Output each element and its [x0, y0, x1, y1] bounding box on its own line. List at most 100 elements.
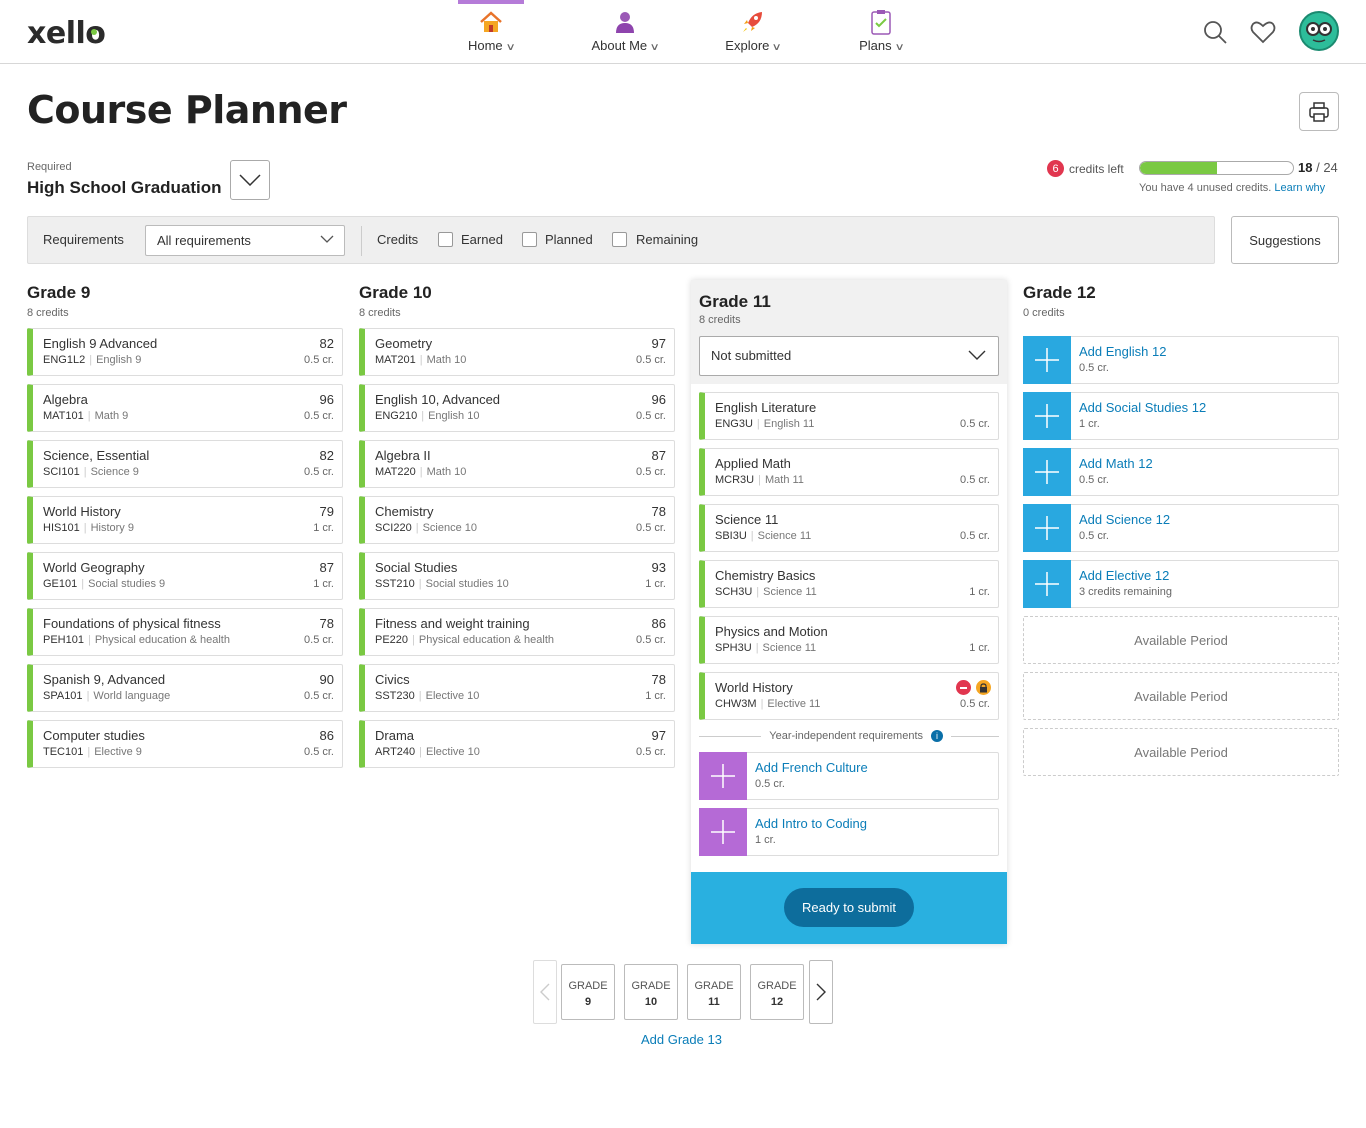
course-card[interactable]: World History HIS101 | History 9 79 1 cr. — [27, 496, 343, 544]
print-button[interactable] — [1299, 92, 1339, 131]
course-card[interactable]: Fitness and weight training PE220 | Physica… — [359, 608, 675, 656]
available-period-slot[interactable]: Available Period — [1023, 672, 1339, 720]
available-period-slot[interactable]: Available Period — [1023, 728, 1339, 776]
pager-grade-number: 9 — [584, 996, 592, 1008]
course-card[interactable]: Physics and Motion SPH3U | Science 11 1 cr. — [699, 616, 999, 664]
divider — [361, 226, 362, 256]
add-course-credits: 0.5 cr. — [755, 778, 785, 790]
nav-plans[interactable]: Plans ∨ — [855, 0, 907, 63]
requirement-dropdown-button[interactable] — [230, 160, 270, 200]
course-name: Chemistry — [375, 504, 434, 519]
learn-why-link[interactable]: Learn why — [1274, 182, 1325, 194]
nav-explore[interactable]: Explore ∨ — [720, 0, 786, 63]
course-credits: 0.5 cr. — [304, 410, 334, 422]
planned-checkbox[interactable] — [522, 232, 537, 247]
add-course-card[interactable]: Add English 12 0.5 cr. — [1023, 336, 1339, 384]
course-card[interactable]: Chemistry SCI220 | Science 10 78 0.5 cr. — [359, 496, 675, 544]
add-course-credits: 0.5 cr. — [1079, 474, 1109, 486]
add-course-name: Add Math 12 — [1079, 456, 1153, 471]
plus-icon[interactable] — [699, 808, 747, 856]
ready-to-submit-button[interactable]: Ready to submit — [784, 888, 914, 927]
rocket-icon — [739, 8, 767, 36]
add-course-card[interactable]: Add French Culture 0.5 cr. — [699, 752, 999, 800]
add-course-card[interactable]: Add Elective 12 3 credits remaining — [1023, 560, 1339, 608]
course-card[interactable]: Civics SST230 | Elective 10 78 1 cr. — [359, 664, 675, 712]
course-card[interactable]: English 10, Advanced ENG210 | English 10 96 0… — [359, 384, 675, 432]
course-card[interactable]: Social Studies SST210 | Social studies 10 93… — [359, 552, 675, 600]
submission-status-value: Not submitted — [711, 348, 792, 363]
course-credits: 0.5 cr. — [636, 410, 666, 422]
course-card[interactable]: World Geography GE101 | Social studies 9 87 1… — [27, 552, 343, 600]
add-course-card[interactable]: Add Intro to Coding 1 cr. — [699, 808, 999, 856]
course-credits: 0.5 cr. — [960, 418, 990, 430]
course-card[interactable]: Drama ART240 | Elective 10 97 0.5 cr. — [359, 720, 675, 768]
requirements-select[interactable]: All requirements — [145, 225, 345, 256]
plus-icon[interactable] — [1023, 336, 1071, 384]
add-course-card[interactable]: Add Science 12 0.5 cr. — [1023, 504, 1339, 552]
course-grade: 79 — [319, 504, 334, 519]
planned-label[interactable]: Planned — [545, 232, 593, 247]
course-card[interactable]: Spanish 9, Advanced SPA101 | World language… — [27, 664, 343, 712]
plus-icon[interactable] — [1023, 560, 1071, 608]
course-card[interactable]: Algebra II MAT220 | Math 10 87 0.5 cr. — [359, 440, 675, 488]
heart-icon[interactable] — [1249, 18, 1277, 46]
suggestions-button[interactable]: Suggestions — [1231, 216, 1339, 264]
grade-pager-button[interactable]: GRADE 10 — [624, 964, 678, 1020]
requirement-label: Required — [27, 161, 72, 173]
course-code-line: MCR3U | Math 11 — [715, 474, 804, 486]
earned-label[interactable]: Earned — [461, 232, 503, 247]
search-icon[interactable] — [1201, 18, 1229, 46]
earned-checkbox[interactable] — [438, 232, 453, 247]
course-credits: 0.5 cr. — [636, 354, 666, 366]
plus-icon[interactable] — [1023, 448, 1071, 496]
course-card[interactable]: Foundations of physical fitness PEH101 | Ph… — [27, 608, 343, 656]
chevron-down-icon: ∨ — [649, 42, 660, 53]
course-credits: 0.5 cr. — [304, 746, 334, 758]
add-course-name: Add English 12 — [1079, 344, 1167, 359]
submission-status-select[interactable]: Not submitted — [699, 336, 999, 376]
avatar[interactable] — [1299, 11, 1339, 51]
plus-icon[interactable] — [1023, 504, 1071, 552]
add-course-credits: 1 cr. — [755, 834, 776, 846]
course-card[interactable]: Geometry MAT201 | Math 10 97 0.5 cr. — [359, 328, 675, 376]
course-code-line: ENG210 | English 10 — [375, 410, 480, 422]
grade-11-header: Grade 11 8 credits Not submitted — [691, 280, 1007, 384]
course-card[interactable]: Science 11 SBI3U | Science 11 0.5 cr. — [699, 504, 999, 552]
grade-pager-button[interactable]: GRADE 11 — [687, 964, 741, 1020]
add-course-card[interactable]: Add Social Studies 12 1 cr. — [1023, 392, 1339, 440]
nav-home[interactable]: Home ∨ — [458, 0, 524, 63]
plus-icon[interactable] — [699, 752, 747, 800]
course-code-line: SCH3U | Science 11 — [715, 586, 817, 598]
course-card[interactable]: English 9 Advanced ENG1L2 | English 9 82 0.5 … — [27, 328, 343, 376]
course-card[interactable]: Science, Essential SCI101 | Science 9 82 0.5 … — [27, 440, 343, 488]
course-code-line: ART240 | Elective 10 — [375, 746, 480, 758]
course-grade: 78 — [651, 504, 666, 519]
add-grade-link[interactable]: Add Grade 13 — [641, 1032, 722, 1047]
course-card[interactable]: Algebra MAT101 | Math 9 96 0.5 cr. — [27, 384, 343, 432]
add-course-name: Add Elective 12 — [1079, 568, 1170, 583]
course-code-line: SPH3U | Science 11 — [715, 642, 817, 654]
course-card[interactable]: Computer studies TEC101 | Elective 9 86 0.5 c… — [27, 720, 343, 768]
xello-logo[interactable]: xello — [27, 16, 106, 51]
course-code-line: ENG1L2 | English 9 — [43, 354, 142, 366]
remaining-checkbox[interactable] — [612, 232, 627, 247]
lock-icon — [976, 680, 991, 695]
course-card[interactable]: Chemistry Basics SCH3U | Science 11 1 cr. — [699, 560, 999, 608]
unused-credits-note: You have 4 unused credits. Learn why — [1139, 182, 1326, 194]
add-course-card[interactable]: Add Math 12 0.5 cr. — [1023, 448, 1339, 496]
nav-about-me[interactable]: About Me ∨ — [586, 0, 664, 63]
info-icon[interactable]: i — [931, 730, 943, 742]
pager-next-button[interactable] — [809, 960, 833, 1024]
credits-left-badge: 6 — [1047, 160, 1064, 177]
plus-icon[interactable] — [1023, 392, 1071, 440]
remove-icon[interactable] — [956, 680, 971, 695]
course-card[interactable]: English Literature ENG3U | English 11 0.5 cr… — [699, 392, 999, 440]
grade-12-column: Grade 12 0 credits Add English 12 0.5 cr.… — [1023, 280, 1339, 780]
remaining-label[interactable]: Remaining — [636, 232, 698, 247]
grade-pager-button[interactable]: GRADE 12 — [750, 964, 804, 1020]
grade-pager-button[interactable]: GRADE 9 — [561, 964, 615, 1020]
course-card[interactable]: Applied Math MCR3U | Math 11 0.5 cr. — [699, 448, 999, 496]
course-card[interactable]: World History CHW3M | Elective 11 0.5 cr. — [699, 672, 999, 720]
available-period-slot[interactable]: Available Period — [1023, 616, 1339, 664]
pager-prev-button[interactable] — [533, 960, 557, 1024]
